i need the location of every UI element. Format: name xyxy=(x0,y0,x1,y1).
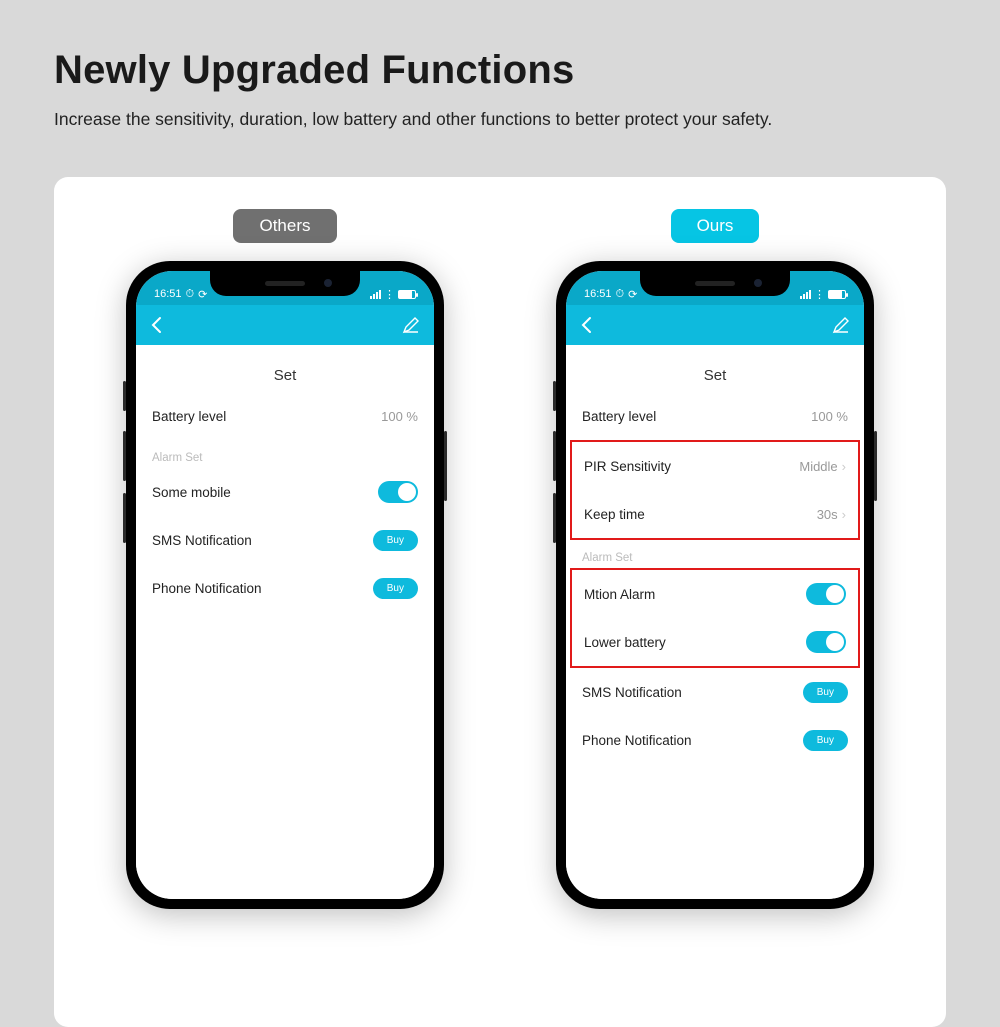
wifi-icon: ⋮ xyxy=(384,288,395,301)
row-phone-notification[interactable]: Phone Notification Buy xyxy=(566,716,864,764)
row-pir-sensitivity[interactable]: PIR Sensitivity Middle › xyxy=(572,442,858,490)
wifi-icon: ⋮ xyxy=(814,288,825,301)
section-alarm-set: Alarm Set xyxy=(136,440,434,468)
pir-sensitivity-value: Middle › xyxy=(799,459,846,474)
section-alarm-set: Alarm Set xyxy=(566,540,864,568)
page-subtitle: Increase the sensitivity, duration, low … xyxy=(54,105,834,133)
phone-frame-others: 16:51 ⏱ ⟳ ⋮ xyxy=(126,261,444,909)
buy-button-sms[interactable]: Buy xyxy=(373,530,418,551)
motion-alarm-label: Mtion Alarm xyxy=(584,587,806,602)
app-screen-others: Set Battery level 100 % Alarm Set Some m… xyxy=(136,345,434,899)
status-time: 16:51 xyxy=(154,288,182,300)
comparison-card: Others 16:51 ⏱ ⟳ xyxy=(54,177,946,1027)
phone-notification-label: Phone Notification xyxy=(582,733,803,748)
highlight-alarm-box: Mtion Alarm Lower battery xyxy=(570,568,860,668)
battery-level-value: 100 % xyxy=(811,409,848,424)
buy-button-sms[interactable]: Buy xyxy=(803,682,848,703)
app-screen-ours: Set Battery level 100 % PIR Sensitivity … xyxy=(566,345,864,899)
keep-time-value: 30s › xyxy=(817,507,846,522)
buy-button-phone[interactable]: Buy xyxy=(373,578,418,599)
sync-icon: ⟳ xyxy=(198,288,207,301)
battery-level-label: Battery level xyxy=(582,409,811,424)
phone-notch xyxy=(210,271,360,296)
app-header xyxy=(566,305,864,345)
highlight-sensitivity-box: PIR Sensitivity Middle › Keep time xyxy=(570,440,860,540)
battery-icon xyxy=(398,290,416,299)
page-title: Newly Upgraded Functions xyxy=(54,48,946,93)
edit-icon[interactable] xyxy=(402,316,420,334)
back-icon[interactable] xyxy=(580,316,592,334)
others-tag: Others xyxy=(233,209,336,243)
phone-notification-label: Phone Notification xyxy=(152,581,373,596)
row-battery-level: Battery level 100 % xyxy=(566,392,864,440)
signal-icon xyxy=(370,290,381,299)
status-time: 16:51 xyxy=(584,288,612,300)
signal-icon xyxy=(800,290,811,299)
battery-icon xyxy=(828,290,846,299)
row-motion-alarm[interactable]: Mtion Alarm xyxy=(572,570,858,618)
ours-column: Ours 16:51 ⏱ ⟳ ⋮ xyxy=(555,209,875,909)
lower-battery-label: Lower battery xyxy=(584,635,806,650)
phone-frame-ours: 16:51 ⏱ ⟳ ⋮ xyxy=(556,261,874,909)
pir-sensitivity-label: PIR Sensitivity xyxy=(584,459,799,474)
toggle-lower-battery[interactable] xyxy=(806,631,846,653)
keep-time-label: Keep time xyxy=(584,507,817,522)
screen-title: Set xyxy=(566,345,864,392)
row-sms-notification[interactable]: SMS Notification Buy xyxy=(566,668,864,716)
some-mobile-label: Some mobile xyxy=(152,485,378,500)
row-keep-time[interactable]: Keep time 30s › xyxy=(572,490,858,538)
sms-notification-label: SMS Notification xyxy=(582,685,803,700)
buy-button-phone[interactable]: Buy xyxy=(803,730,848,751)
toggle-some-mobile[interactable] xyxy=(378,481,418,503)
row-sms-notification[interactable]: SMS Notification Buy xyxy=(136,516,434,564)
others-column: Others 16:51 ⏱ ⟳ xyxy=(125,209,445,909)
row-battery-level: Battery level 100 % xyxy=(136,392,434,440)
sync-icon: ⟳ xyxy=(628,288,637,301)
edit-icon[interactable] xyxy=(832,316,850,334)
row-some-mobile[interactable]: Some mobile xyxy=(136,468,434,516)
row-phone-notification[interactable]: Phone Notification Buy xyxy=(136,564,434,612)
sms-notification-label: SMS Notification xyxy=(152,533,373,548)
back-icon[interactable] xyxy=(150,316,162,334)
battery-level-value: 100 % xyxy=(381,409,418,424)
app-header xyxy=(136,305,434,345)
ours-tag: Ours xyxy=(671,209,760,243)
chevron-right-icon: › xyxy=(842,459,846,474)
alarm-icon: ⏱ xyxy=(616,288,625,301)
phone-notch xyxy=(640,271,790,296)
alarm-icon: ⏱ xyxy=(186,288,195,301)
chevron-right-icon: › xyxy=(842,507,846,522)
battery-level-label: Battery level xyxy=(152,409,381,424)
toggle-motion-alarm[interactable] xyxy=(806,583,846,605)
row-lower-battery[interactable]: Lower battery xyxy=(572,618,858,666)
screen-title: Set xyxy=(136,345,434,392)
